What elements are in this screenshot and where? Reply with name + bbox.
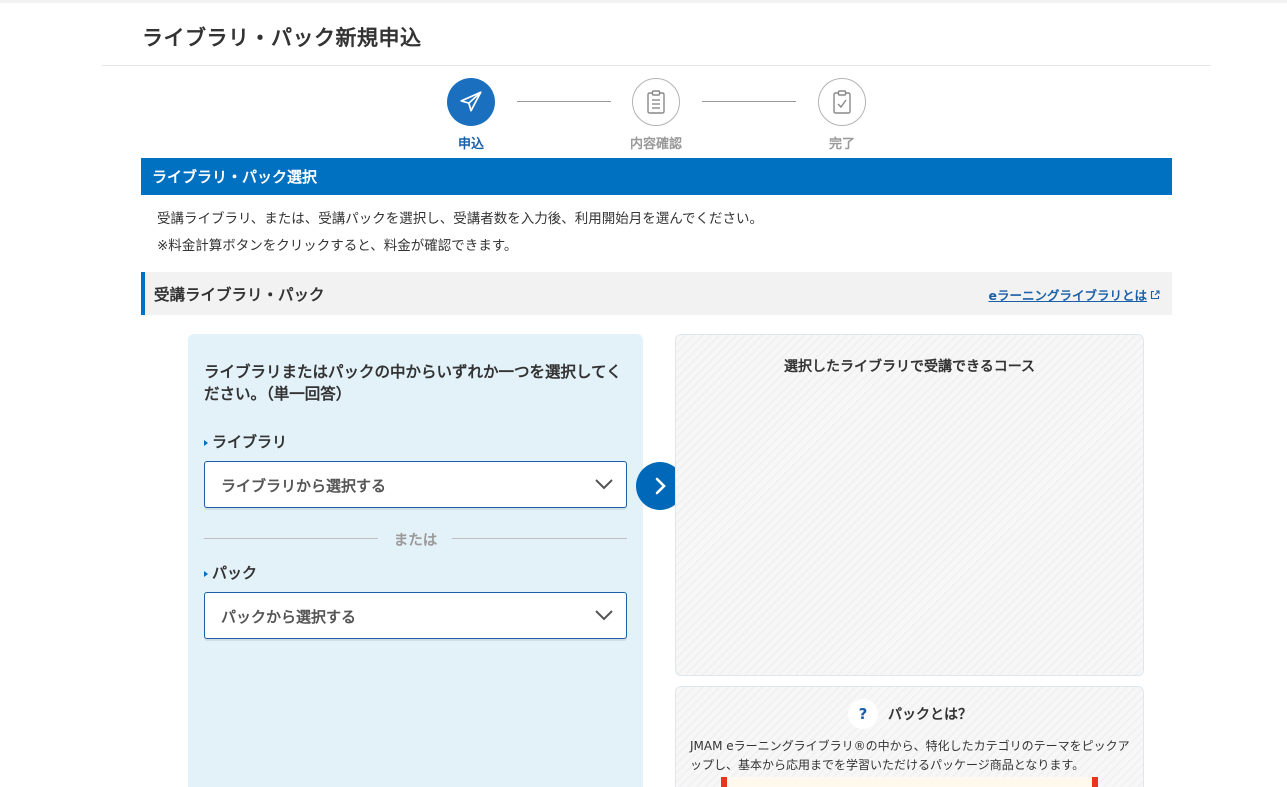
pack-info-header: ? パックとは？: [848, 699, 972, 729]
selection-instruction: ライブラリまたはパックの中からいずれか一つを選択してください。（単一回答）: [204, 363, 622, 403]
step-complete: 完了: [802, 78, 882, 152]
bullet-triangle-icon: [204, 439, 208, 446]
library-label-text: ライブラリ: [212, 433, 288, 451]
pack-select[interactable]: パックから選択する: [204, 592, 627, 639]
page-header: ライブラリ・パック新規申込: [102, 0, 1211, 66]
pack-select-value: パックから選択する: [221, 608, 357, 626]
divider-line: [452, 538, 627, 539]
intro-note: ※料金計算ボタンをクリックすると、料金が確認できます。: [157, 238, 518, 254]
section-title-bar: ライブラリ・パック選択: [141, 158, 1172, 195]
chevron-right-icon: [655, 477, 666, 495]
step-label: 完了: [828, 137, 855, 152]
courses-panel-title: 選択したライブラリで受講できるコース: [783, 359, 1036, 375]
step-apply: 申込: [431, 78, 511, 152]
step-confirm: 内容確認: [616, 78, 696, 152]
library-select-value: ライブラリから選択する: [221, 477, 387, 495]
external-link-icon: [1150, 289, 1160, 299]
clipboard-icon: [632, 78, 680, 126]
chevron-down-icon: [595, 610, 613, 621]
step-connector: [702, 101, 796, 102]
bullet-triangle-icon: [204, 570, 208, 577]
paper-plane-icon: [447, 78, 495, 126]
subsection-header: 受講ライブラリ・パック eラーニングライブラリとは: [141, 272, 1172, 315]
question-icon: ?: [848, 699, 878, 729]
elearning-library-link[interactable]: eラーニングライブラリとは: [989, 285, 1160, 304]
intro-text: 受講ライブラリ、または、受講パックを選択し、受講者数を入力後、利用開始月を選んで…: [157, 211, 764, 227]
page-title: ライブラリ・パック新規申込: [142, 26, 422, 50]
library-label: ライブラリ: [204, 431, 287, 452]
step-label: 内容確認: [629, 137, 682, 152]
step-connector: [517, 101, 611, 102]
progress-steps: 申込 内容確認 完了: [0, 78, 1287, 153]
or-divider: または: [204, 528, 627, 549]
or-text: または: [393, 533, 438, 549]
pack-info-description: JMAM eラーニングライブラリ®の中から、特化したカテゴリのテーマをピックアッ…: [690, 739, 1130, 772]
pack-label: パック: [204, 562, 257, 583]
pack-info-panel: ? パックとは？ JMAM eラーニングライブラリ®の中から、特化したカテゴリの…: [675, 686, 1144, 787]
pack-info-title: パックとは？: [888, 707, 972, 723]
subsection-title: 受講ライブラリ・パック: [154, 286, 325, 304]
section-title: ライブラリ・パック選択: [152, 168, 318, 186]
link-label: eラーニングライブラリとは: [988, 288, 1147, 303]
clipboard-check-icon: [818, 78, 866, 126]
step-label: 申込: [457, 137, 484, 152]
chevron-down-icon: [595, 479, 613, 490]
pack-banner-image: [721, 777, 1098, 787]
pack-label-text: パック: [212, 564, 258, 582]
courses-panel: 選択したライブラリで受講できるコース: [675, 334, 1144, 676]
library-select[interactable]: ライブラリから選択する: [204, 461, 627, 508]
selection-panel: ライブラリまたはパックの中からいずれか一つを選択してください。（単一回答） ライ…: [188, 334, 643, 787]
